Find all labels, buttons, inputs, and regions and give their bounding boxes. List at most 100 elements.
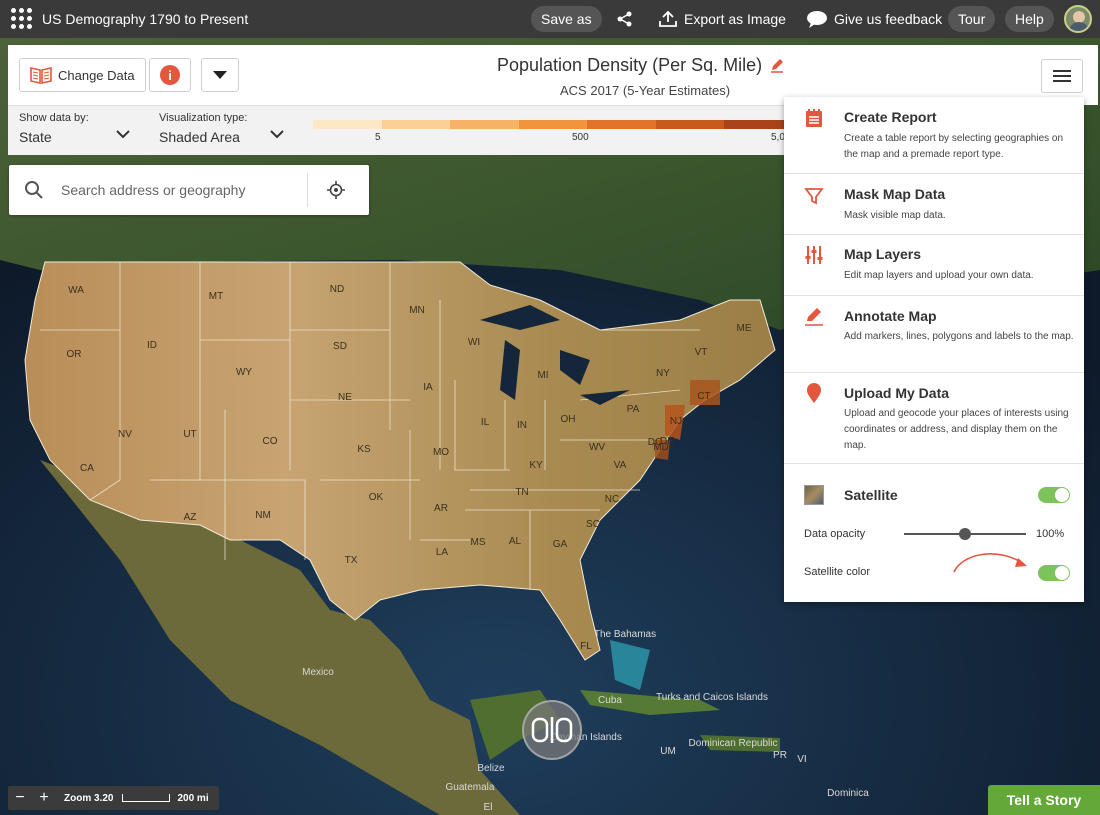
menu-item-desc: Add markers, lines, polygons and labels … [844,331,1074,342]
chevron-down-icon [116,130,130,139]
tour-button[interactable]: Tour [948,6,996,32]
state-label-ny[interactable]: NY [656,368,670,379]
state-label-ia[interactable]: IA [423,382,433,393]
state-label-nv[interactable]: NV [118,429,132,440]
menu-item-title: Annotate Map [844,308,937,324]
state-label-mt[interactable]: MT [209,291,223,302]
more-options-dropdown[interactable] [201,58,239,92]
compare-swipe-button[interactable] [522,700,582,760]
user-avatar[interactable] [1064,5,1092,33]
menu-item-mask-map-data[interactable]: Mask Map Data Mask visible map data. [784,174,1084,235]
change-data-label: Change Data [58,67,135,83]
state-label-nm[interactable]: NM [255,510,271,521]
state-label-me[interactable]: ME [737,323,752,334]
state-label-wi[interactable]: WI [468,337,480,348]
zoom-in-button[interactable]: + [32,786,56,810]
state-label-in[interactable]: IN [517,420,527,431]
menu-item-desc: Create a table report by selecting geogr… [844,133,1064,160]
legend-swatch [313,120,382,129]
hamburger-menu-button[interactable] [1041,59,1083,93]
state-label-tn[interactable]: TN [515,487,528,498]
tell-a-story-button[interactable]: Tell a Story [988,785,1100,815]
state-label-nj[interactable]: NJ [670,416,682,427]
legend-tick: 5 [375,132,381,143]
state-label-nc[interactable]: NC [605,494,619,505]
satellite-color-toggle[interactable] [1038,565,1070,581]
edit-pencil-icon[interactable] [769,57,785,73]
place-label: Guatemala [446,782,495,793]
state-label-wy[interactable]: WY [236,367,252,378]
state-label-ne[interactable]: NE [338,392,352,403]
menu-item-create-report[interactable]: Create Report Create a table report by s… [784,97,1084,174]
pencil-icon [805,308,823,326]
state-label-ga[interactable]: GA [553,539,568,550]
state-label-il[interactable]: IL [481,417,490,428]
state-label-pa[interactable]: PA [627,404,640,415]
save-as-button[interactable]: Save as [531,6,602,32]
change-data-button[interactable]: Change Data [19,58,146,92]
legend-color-bar[interactable] [313,120,794,129]
upload-icon [659,10,677,27]
show-data-by-select[interactable]: Show data by: State [19,112,134,145]
state-label-vt[interactable]: VT [695,347,708,358]
state-label-ks[interactable]: KS [357,444,371,455]
state-label-wv[interactable]: WV [589,442,605,453]
state-label-ar[interactable]: AR [434,503,448,514]
state-label-va[interactable]: VA [614,460,627,471]
map-title[interactable]: Population Density (Per Sq. Mile) [497,55,762,76]
menu-item-upload-my-data[interactable]: Upload My Data Upload and geocode your p… [784,373,1084,464]
state-label-oh[interactable]: OH [561,414,576,425]
help-button[interactable]: Help [1005,6,1054,32]
show-data-by-label: Show data by: [19,112,89,124]
place-label: Turks and Caicos Islands [656,692,768,703]
state-label-az[interactable]: AZ [184,512,197,523]
search-input[interactable] [61,179,301,201]
satellite-thumbnail [804,485,824,505]
zoom-out-button[interactable]: − [8,786,32,810]
state-label-mo[interactable]: MO [433,447,449,458]
state-label-id[interactable]: ID [147,340,157,351]
export-image-button[interactable]: Export as Image [648,6,796,32]
info-button[interactable]: i [149,58,191,92]
tell-story-label: Tell a Story [1006,792,1082,808]
tour-label: Tour [958,11,986,27]
menu-item-title: Mask Map Data [844,186,946,202]
state-label-al[interactable]: AL [509,536,522,547]
data-opacity-handle[interactable] [959,528,971,540]
state-label-tx[interactable]: TX [345,555,358,566]
state-label-md[interactable]: MD [653,442,669,453]
state-label-ca[interactable]: CA [80,463,94,474]
state-label-nd[interactable]: ND [330,284,344,295]
state-label-ok[interactable]: OK [369,492,384,503]
state-label-co[interactable]: CO [263,436,278,447]
state-label-ut[interactable]: UT [183,429,196,440]
feedback-label: Give us feedback [834,11,943,27]
chat-bubble-icon [807,11,827,28]
visualization-type-select[interactable]: Visualization type: Shaded Area [159,112,289,145]
search-icon [25,181,43,199]
feedback-button[interactable]: Give us feedback [796,6,952,32]
menu-item-desc: Upload and geocode your places of intere… [844,408,1069,451]
state-label-ct[interactable]: CT [697,391,710,402]
state-label-fl[interactable]: FL [580,641,592,652]
legend-swatch [450,120,519,129]
state-label-sd[interactable]: SD [333,341,347,352]
menu-item-map-layers[interactable]: Map Layers Edit map layers and upload yo… [784,235,1084,296]
state-label-or[interactable]: OR [67,349,82,360]
state-label-ms[interactable]: MS [471,537,486,548]
state-label-la[interactable]: LA [436,547,449,558]
menu-item-desc: Mask visible map data. [844,210,946,221]
satellite-toggle[interactable] [1038,487,1070,503]
state-label-mi[interactable]: MI [537,370,548,381]
map-pin-icon [807,383,821,403]
share-button[interactable] [606,6,644,32]
state-label-wa[interactable]: WA [68,285,84,296]
menu-item-annotate-map[interactable]: Annotate Map Add markers, lines, polygon… [784,296,1084,373]
crosshair-locate-icon[interactable] [327,181,345,199]
state-label-ky[interactable]: KY [529,460,543,471]
legend-tick: 500 [572,132,589,143]
state-label-sc[interactable]: SC [586,519,600,530]
state-label-mn[interactable]: MN [409,305,425,316]
app-grid-icon[interactable] [11,8,33,30]
caret-down-icon [213,71,227,79]
